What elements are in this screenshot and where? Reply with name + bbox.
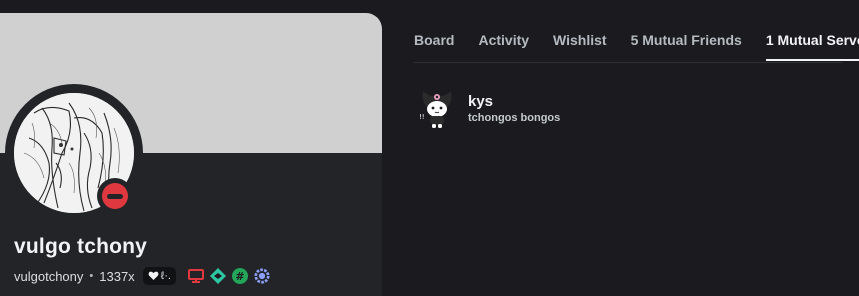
hypesquad-badge-icon[interactable] xyxy=(209,268,226,284)
kuromi-server-icon: !! xyxy=(416,87,458,129)
separator-dot: • xyxy=(89,270,94,282)
svg-text:#: # xyxy=(235,270,244,283)
heart-icon xyxy=(148,271,159,280)
username[interactable]: vulgotchony xyxy=(14,269,83,284)
display-name: vulgo tchony xyxy=(14,235,148,258)
do-not-disturb-icon xyxy=(102,183,128,209)
tab-mutual-friends[interactable]: 5 Mutual Friends xyxy=(631,32,742,62)
profile-tabs: Board Activity Wishlist 5 Mutual Friends… xyxy=(414,32,859,62)
avatar-ring xyxy=(5,84,143,222)
tabs-divider xyxy=(414,62,842,63)
tab-activity[interactable]: Activity xyxy=(478,32,529,62)
clan-tag[interactable]: ℓ·. xyxy=(142,267,176,285)
boost-badge-icon[interactable] xyxy=(254,268,270,284)
svg-text:!!: !! xyxy=(419,113,425,121)
tab-board[interactable]: Board xyxy=(414,32,454,62)
server-name: kys xyxy=(468,92,494,110)
hashtag-badge-icon[interactable]: # xyxy=(231,268,248,284)
nitro-monitor-badge-icon[interactable] xyxy=(187,268,204,284)
profile-meta-row: vulgotchony • 1337x ℓ·. # xyxy=(14,266,270,286)
mutual-server-text: kys tchongos bongos xyxy=(468,93,560,124)
profile-card: vulgo tchony vulgotchony • 1337x ℓ·. # xyxy=(0,13,382,296)
status-indicator xyxy=(97,178,133,214)
tab-mutual-servers[interactable]: 1 Mutual Server xyxy=(765,32,859,62)
server-nickname: tchongos bongos xyxy=(468,111,561,124)
clan-tag-text: ℓ·. xyxy=(160,270,171,282)
mutual-server-item[interactable]: !! kys tchongos bongos xyxy=(416,86,836,130)
badge-list: # xyxy=(187,268,270,284)
pronouns: 1337x xyxy=(99,268,135,284)
tab-wishlist[interactable]: Wishlist xyxy=(553,32,607,62)
